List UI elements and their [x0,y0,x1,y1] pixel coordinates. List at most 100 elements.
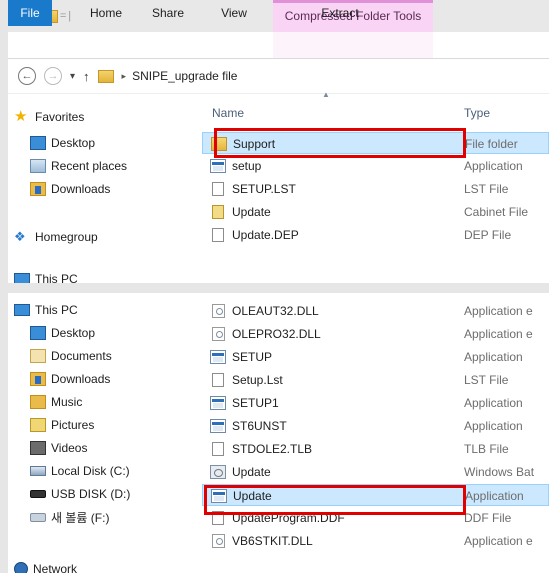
nav-label: This PC [35,272,78,283]
file-icon [212,228,224,242]
file-icon [212,511,224,525]
file-name: Update [233,489,272,503]
batch-file-icon [210,465,226,479]
recent-locations-dropdown[interactable]: ▾ [70,71,75,82]
nav-item-downloads[interactable]: Downloads [30,368,110,390]
nav-label: Videos [51,441,88,455]
file-type: Cabinet File [464,205,529,219]
nav-label: This PC [35,303,78,317]
file-row[interactable]: UpdateProgram.DDF DDF File [202,507,549,529]
nav-item-local-disk[interactable]: Local Disk (C:) [30,460,130,482]
nav-label: Local Disk (C:) [51,464,130,478]
videos-icon [30,441,46,455]
back-button[interactable]: ← [18,67,36,85]
application-icon [210,159,226,173]
file-name: STDOLE2.TLB [232,442,313,456]
nav-label: Homegroup [35,230,98,244]
nav-item-downloads[interactable]: Downloads [30,178,110,200]
customize-toolbar-icon[interactable]: = [60,10,66,22]
file-type: DEP File [464,228,512,242]
nav-label: Network [33,562,78,573]
nav-item-desktop[interactable]: Desktop [30,132,95,154]
dll-icon [212,534,225,548]
nav-label: USB DISK (D:) [51,487,131,501]
file-row[interactable]: OLEAUT32.DLL Application e [202,300,549,322]
file-name: SETUP.LST [232,182,296,196]
file-row[interactable]: Update Cabinet File [202,201,549,223]
tab-file[interactable]: File [8,0,52,26]
nav-item-desktop[interactable]: Desktop [30,322,95,344]
drive-icon [30,512,46,522]
screenshot-root: | = | Compressed Folder Tools File Home … [0,0,549,573]
nav-item-usb-disk[interactable]: USB DISK (D:) [30,483,130,505]
desktop-icon [30,326,46,340]
tab-share[interactable]: Share [148,0,188,26]
nav-label: Downloads [51,372,111,386]
column-header-label: Name [212,106,245,120]
file-row[interactable]: Update Windows Bat [202,461,549,483]
file-name: OLEAUT32.DLL [232,304,319,318]
navigation-pane: This PC Desktop Documents Downloads Musi… [8,293,198,573]
address-bar: ← → ▾ ↑ ▸ SNIPE_upgrade file [8,59,549,93]
nav-favorites[interactable]: ★ Favorites [14,106,84,128]
up-button[interactable]: ↑ [83,69,90,84]
star-icon: ★ [14,108,28,125]
file-name: UpdateProgram.DDF [232,511,345,525]
forward-button[interactable]: → [44,67,62,85]
tab-extract[interactable]: Extract [310,0,370,26]
file-row[interactable]: Update.DEP DEP File [202,224,549,246]
file-row[interactable]: SETUP.LST LST File [202,178,549,200]
file-type: Application [464,350,523,364]
file-icon [212,373,224,387]
explorer-window-top: | = | Compressed Folder Tools File Home … [8,0,549,283]
homegroup-icon: ❖ [14,229,26,244]
file-row[interactable]: OLEPRO32.DLL Application e [202,323,549,345]
tab-view[interactable]: View [216,0,252,26]
nav-label: Recent places [51,159,128,173]
nav-label: Documents [51,349,112,363]
file-row-support[interactable]: Support File folder [202,132,549,154]
cabinet-icon [212,205,224,219]
computer-icon [14,304,30,316]
sort-ascending-icon: ▲ [322,90,330,99]
nav-this-pc[interactable]: This PC [14,299,78,321]
file-type: LST File [464,373,509,387]
file-row-update-application[interactable]: Update Application [202,484,549,506]
file-list: Name ▲ Type Support File folder setup Ap… [198,90,549,283]
file-list: OLEAUT32.DLL Application e OLEPRO32.DLL … [198,293,549,573]
column-header-label: Type [464,106,491,120]
file-row[interactable]: Setup.Lst LST File [202,369,549,391]
tab-home[interactable]: Home [86,0,126,26]
file-row[interactable]: SETUP Application [202,346,549,368]
nav-this-pc[interactable]: This PC [14,268,78,283]
file-name: Update [232,465,271,479]
file-name: OLEPRO32.DLL [232,327,321,341]
nav-network[interactable]: Network [14,558,77,573]
file-row[interactable]: VB6STKIT.DLL Application e [202,530,549,552]
file-row[interactable]: setup Application [202,155,549,177]
dll-icon [212,327,225,341]
nav-item-videos[interactable]: Videos [30,437,87,459]
file-icon [212,442,224,456]
nav-label: Desktop [51,136,96,150]
file-name: Update [232,205,271,219]
nav-item-documents[interactable]: Documents [30,345,112,367]
breadcrumb-path[interactable]: SNIPE_upgrade file [132,69,237,83]
file-row[interactable]: ST6UNST Application [202,415,549,437]
nav-item-pictures[interactable]: Pictures [30,414,94,436]
application-icon [211,489,227,503]
nav-homegroup[interactable]: ❖ Homegroup [14,226,98,248]
file-row[interactable]: STDOLE2.TLB TLB File [202,438,549,460]
breadcrumb-separator-icon[interactable]: ▸ [122,71,127,82]
network-icon [14,562,28,573]
file-type: TLB File [464,442,509,456]
file-type: Application [464,396,523,410]
file-name: Setup.Lst [232,373,283,387]
nav-item-music[interactable]: Music [30,391,82,413]
file-icon [212,182,224,196]
file-row[interactable]: SETUP1 Application [202,392,549,414]
nav-item-recent-places[interactable]: Recent places [30,155,127,177]
folder-icon [97,69,114,83]
nav-item-volume-f[interactable]: 새 볼륨 (F:) [30,506,109,528]
context-tab-group-highlight [273,32,433,58]
